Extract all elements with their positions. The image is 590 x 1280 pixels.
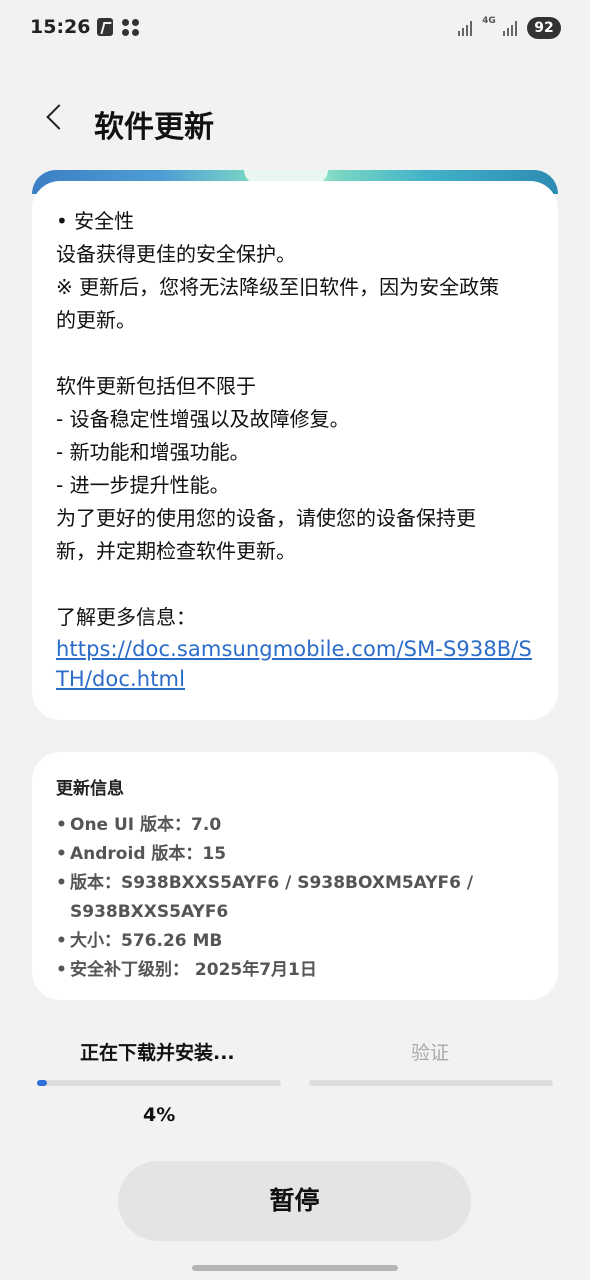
info-text: 大小：576.26 MB bbox=[70, 931, 223, 951]
notes-line: • 安全性 bbox=[56, 209, 135, 233]
download-progress-bar bbox=[37, 1080, 281, 1086]
bullet: • bbox=[56, 844, 67, 864]
bullet: • bbox=[56, 815, 67, 835]
page-title: 软件更新 bbox=[94, 110, 214, 145]
notes-line: ※ 更新后，您将无法降级至旧软件，因为安全政策 bbox=[56, 275, 500, 299]
notes-line: 为了更好的使用您的设备，请使您的设备保持更 bbox=[56, 506, 476, 530]
back-arrow-icon[interactable] bbox=[34, 98, 78, 142]
learn-more-label: 了解更多信息： bbox=[56, 605, 196, 629]
update-info-title: 更新信息 bbox=[56, 779, 124, 799]
bullet: • bbox=[56, 960, 67, 980]
release-notes-card: • 安全性 设备获得更佳的安全保护。 ※ 更新后，您将无法降级至旧软件，因为安全… bbox=[32, 181, 558, 720]
notes-line: - 新功能和增强功能。 bbox=[56, 440, 250, 464]
dots-grid-icon bbox=[122, 18, 142, 38]
network-type-4g: 4G bbox=[482, 16, 496, 26]
notes-gap bbox=[56, 337, 534, 370]
pause-button[interactable]: 暂停 bbox=[118, 1161, 471, 1241]
info-text: One UI 版本：7.0 bbox=[70, 815, 222, 835]
info-text: 安全补丁级别： 2025年7月1日 bbox=[70, 960, 317, 980]
info-item-android-version: • Android 版本：15 bbox=[56, 840, 534, 869]
documentation-link[interactable]: https://doc.samsungmobile.com/SM-S938B/S… bbox=[56, 634, 534, 694]
nfc-icon bbox=[97, 18, 113, 36]
info-item-oneui-version: • One UI 版本：7.0 bbox=[56, 811, 534, 840]
info-item-security-patch: • 安全补丁级别： 2025年7月1日 bbox=[56, 956, 534, 985]
app-header: 软件更新 bbox=[0, 92, 590, 156]
info-text: 版本：S938BXXS5AYF6 / S938BOXM5AYF6 / S938B… bbox=[70, 873, 474, 922]
info-item-size: • 大小：576.26 MB bbox=[56, 927, 534, 956]
bullet: • bbox=[56, 931, 67, 951]
notes-line: - 设备稳定性增强以及故障修复。 bbox=[56, 407, 350, 431]
signal-icon-2 bbox=[503, 18, 520, 38]
progress-percent: 4% bbox=[143, 1104, 176, 1126]
notes-gap bbox=[56, 568, 534, 601]
info-text: Android 版本：15 bbox=[70, 844, 227, 864]
update-info-card: 更新信息 • One UI 版本：7.0 • Android 版本：15 • 版… bbox=[32, 752, 558, 1000]
download-install-step-label: 正在下载并安装... bbox=[80, 1042, 235, 1064]
notes-line: - 进一步提升性能。 bbox=[56, 473, 230, 497]
info-item-build-version: • 版本：S938BXXS5AYF6 / S938BOXM5AYF6 / S93… bbox=[56, 869, 534, 927]
signal-icon bbox=[458, 18, 475, 38]
bullet: • bbox=[56, 873, 67, 893]
status-time: 15:26 bbox=[30, 16, 91, 38]
gesture-nav-handle[interactable] bbox=[192, 1265, 398, 1271]
notes-line: 软件更新包括但不限于 bbox=[56, 374, 256, 398]
verify-step-label: 验证 bbox=[411, 1042, 450, 1064]
notes-line: 新，并定期检查软件更新。 bbox=[56, 539, 296, 563]
download-progress-fill bbox=[37, 1080, 47, 1086]
status-bar: 15:26 4G 92 bbox=[0, 0, 590, 56]
notes-line: 的更新。 bbox=[56, 308, 136, 332]
notes-line: 设备获得更佳的安全保护。 bbox=[56, 242, 296, 266]
verify-progress-bar bbox=[309, 1080, 553, 1086]
battery-indicator: 92 bbox=[527, 17, 561, 39]
